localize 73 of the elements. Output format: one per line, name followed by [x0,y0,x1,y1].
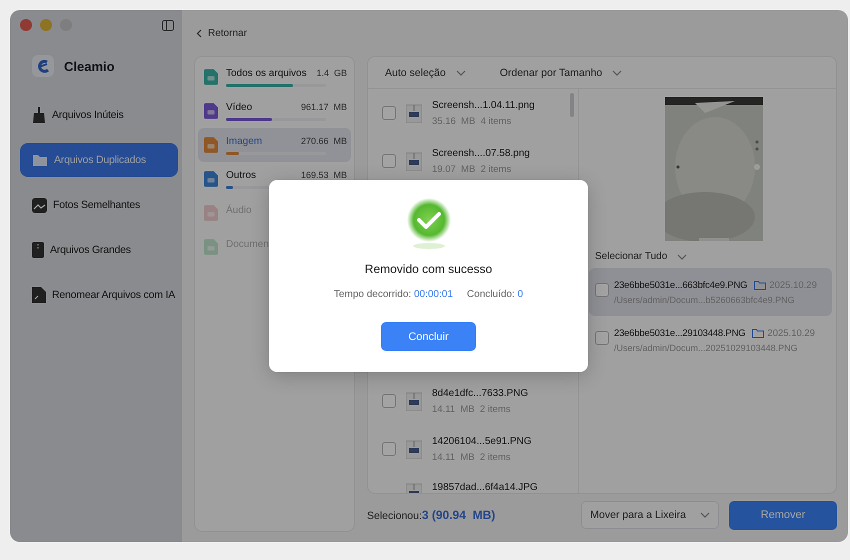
elapsed-time: Tempo decorrido: 00:00:01 [334,289,453,300]
file-meta: 35.16 MB 4 items [432,116,512,126]
chevron-down-icon [677,254,688,260]
back-link[interactable]: Retornar [194,10,247,56]
image-file-icon [406,439,422,459]
chevron-down-icon [700,512,710,518]
file-type-icon [204,103,218,119]
document-icon [32,287,46,303]
file-name: 8d4e1dfc...7633.PNG [432,388,528,398]
file-date: 2025.10.29 [767,328,815,338]
sidebar-item[interactable]: Fotos Semelhantes [20,188,178,222]
sidebar-item[interactable]: Renomear Arquivos com IA [20,278,178,312]
delete-mode-dropdown[interactable]: Mover para a Lixeira [581,501,719,529]
category-label: Vídeo [226,102,252,112]
close-button[interactable] [20,19,32,31]
sidebar-item[interactable]: Arquivos Inúteis [20,98,178,132]
app-logo [32,55,54,77]
category-size: 961.17 MB [300,102,347,112]
broom-icon [32,107,46,123]
checkbox[interactable] [595,282,609,296]
file-name: 23e6bbe5031e...29103448.PNG [614,328,746,338]
dialog-title: Removido com sucesso [364,262,492,276]
file-name: 23e6bbe5031e...663bfc4e9.PNG [614,280,748,290]
file-name: 19857dad...6f4a14.JPG [432,482,538,493]
file-meta: 19.07 MB 2 items [432,164,512,174]
checkbox[interactable] [382,394,396,408]
chevron-down-icon [456,70,466,76]
file-type-icon [204,137,218,153]
category-size: 169.53 MB [300,170,347,180]
category-label: Imagem [226,136,262,146]
done-button[interactable]: Concluir [381,322,476,351]
sort-dropdown[interactable]: Ordenar por Tamanho [500,66,622,78]
selection-summary: Selecionou:3 (90.94 MB) [367,508,496,522]
zip-file-icon [32,242,44,258]
category-label: Outros [226,170,256,180]
file-type-icon [204,69,218,85]
image-file-icon [406,103,422,123]
auto-select-dropdown[interactable]: Auto seleção [385,66,466,78]
select-all-dropdown[interactable]: Selecionar Tudo [595,251,832,262]
category-item[interactable]: Imagem 270.66 MB [198,128,351,162]
file-type-icon [204,171,218,187]
sidebar-item[interactable]: Arquivos Grandes [20,233,178,267]
checkbox[interactable] [382,106,396,120]
duplicate-row[interactable]: 23e6bbe5031e...29103448.PNG 2025.10.29 /Users/admin/Docum...20251029103448.PNG [589,316,832,364]
success-check-icon [404,198,452,250]
file-meta: 14.11 MB 2 items [432,452,512,462]
category-item[interactable]: Vídeo 961.17 MB [198,94,351,128]
file-meta: 14.11 MB 2 items [432,404,512,414]
checkbox[interactable] [382,154,396,168]
checkbox[interactable] [595,330,609,344]
file-name: Screensh...1.04.11.png [432,100,535,110]
completed-count: Concluído: 0 [466,289,524,300]
photo-icon [32,198,47,212]
image-file-icon [406,391,422,411]
chevron-left-icon [196,28,202,38]
chevron-down-icon [612,70,622,76]
file-name: Screensh....07.58.png [432,148,530,158]
remove-button[interactable]: Remover [729,500,837,530]
category-size: 1.4 GB [316,68,347,78]
folder-icon[interactable] [752,328,764,338]
category-size: 270.66 MB [300,136,347,146]
app-name: Cleamio [64,58,115,74]
image-file-icon [406,151,422,171]
folder-icon [32,153,48,167]
checkbox[interactable] [382,442,396,456]
minimize-button[interactable] [40,19,52,31]
sidebar-toggle-icon[interactable] [162,20,174,30]
file-name: 14206104...5e91.PNG [432,436,532,446]
category-item[interactable]: Todos os arquivos 1.4 GB [198,60,351,94]
folder-icon[interactable] [754,280,766,290]
category-label: Todos os arquivos [226,68,307,78]
file-path: /Users/admin/Docum...20251029103448.PNG [614,342,799,352]
sidebar-item[interactable]: Arquivos Duplicados [20,143,178,177]
